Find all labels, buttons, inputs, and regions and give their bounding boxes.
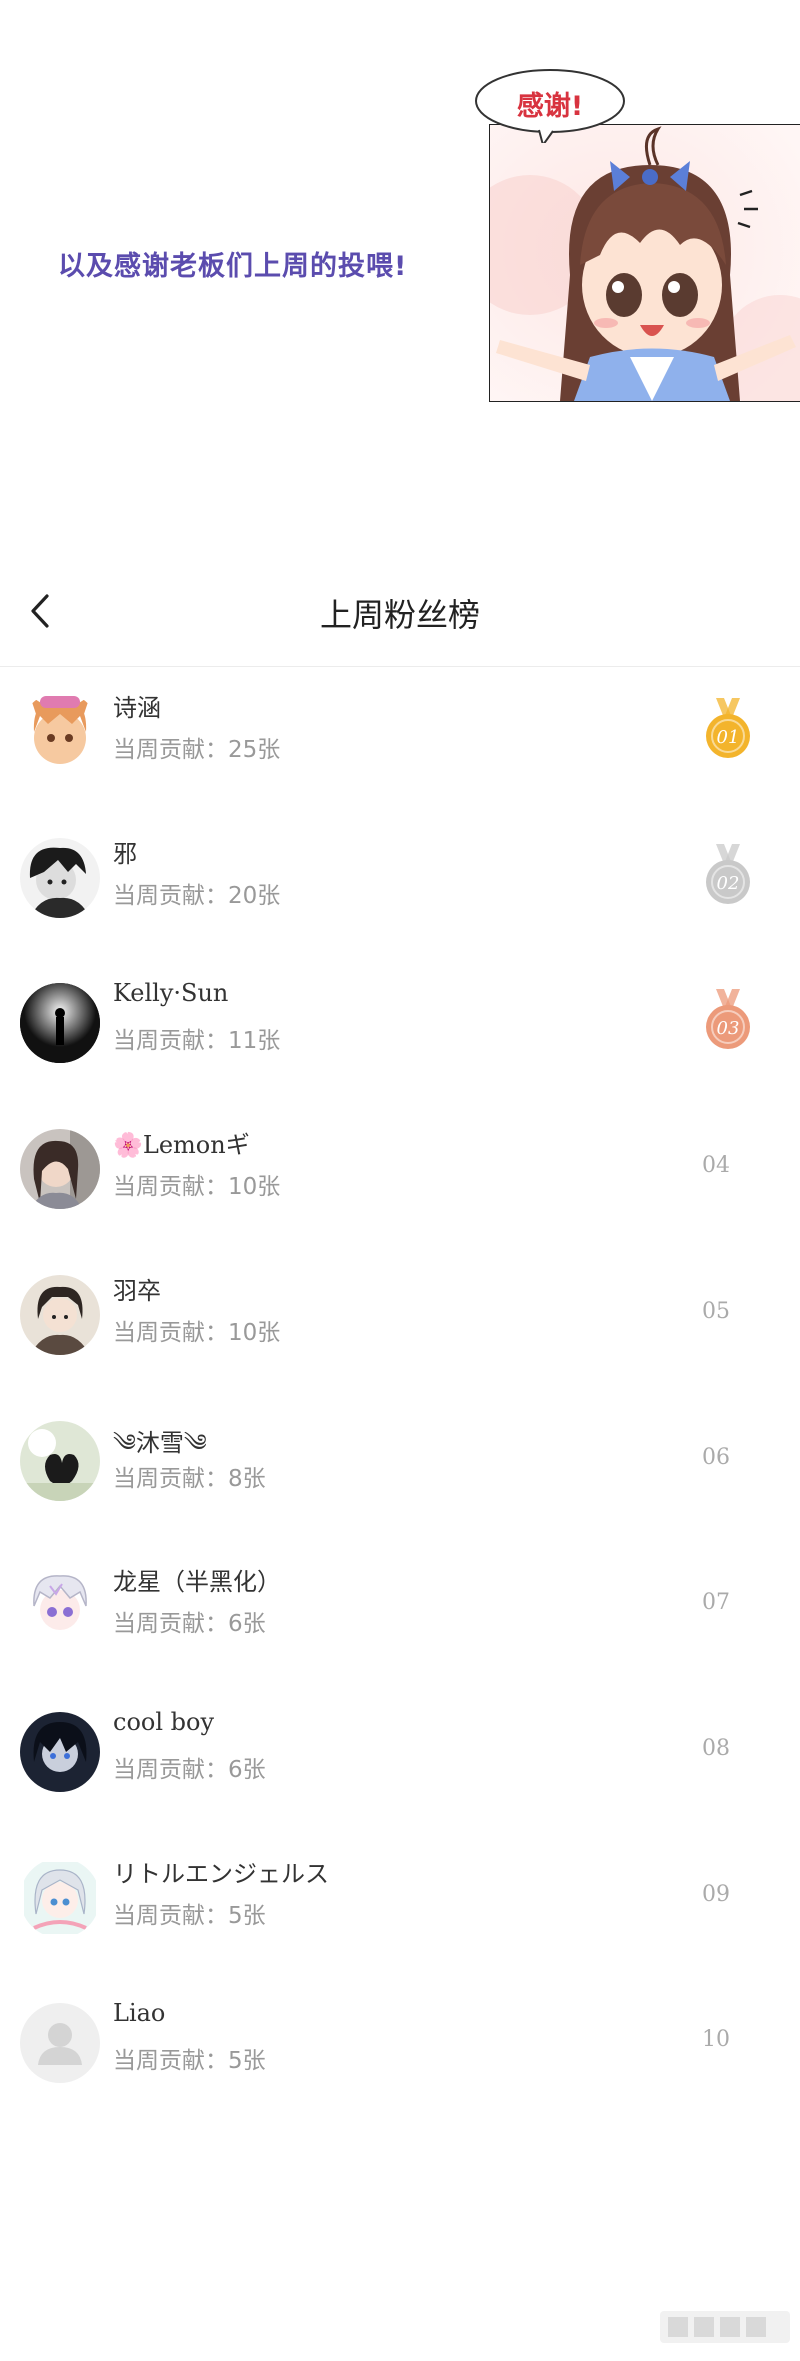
leaderboard-header: 上周粉丝榜 [0, 560, 800, 667]
weekly-contribution: 当周贡献：20张 [113, 882, 281, 909]
fan-row[interactable]: 羽卒当周贡献：10张 05 [0, 1249, 800, 1394]
weekly-contribution: 当周贡献：6张 [113, 1611, 266, 1638]
svg-text:03: 03 [717, 1018, 740, 1039]
rank-number: 09 [702, 1881, 730, 1907]
fan-name: 邪 [113, 839, 137, 868]
avatar[interactable] [20, 1274, 100, 1355]
fan-name: 诗涵 [113, 694, 161, 722]
fan-row[interactable]: Kelly·Sun 当周贡献：11张 03 [0, 957, 800, 1102]
fan-row[interactable]: cool boy 当周贡献：6张 08 [0, 1686, 800, 1831]
bronze-medal-icon: 03 [702, 987, 754, 1051]
fan-name: 龙星（半黑化） [113, 1568, 281, 1597]
silver-medal-icon: 02 [702, 842, 754, 906]
avatar[interactable] [20, 692, 100, 772]
avatar[interactable] [20, 983, 100, 1064]
mascot-illustration [489, 124, 800, 402]
avatar[interactable] [20, 837, 100, 918]
fan-row[interactable]: リトルエンジェルス 当周贡献：5张 09 [0, 1832, 800, 1977]
thanks-banner: 以及感谢老板们上周的投喂! 感谢! [0, 0, 800, 470]
fan-name: cool boy [113, 1707, 215, 1736]
rank-number: 05 [702, 1298, 730, 1324]
gold-medal-icon: 01 [702, 696, 754, 760]
weekly-contribution: 当周贡献：10张 [113, 1174, 281, 1201]
avatar[interactable] [20, 1129, 100, 1210]
avatar[interactable] [20, 1420, 100, 1501]
rank-number: 04 [702, 1153, 730, 1179]
weekly-contribution: 当周贡献：25张 [113, 737, 281, 763]
rank-number: 06 [702, 1444, 730, 1470]
rank-number: 07 [702, 1590, 730, 1616]
avatar[interactable] [20, 1711, 100, 1792]
fan-row[interactable]: 诗涵当周贡献：25张 01 [0, 666, 800, 811]
weekly-contribution: 当周贡献：6张 [113, 1756, 266, 1783]
fan-row[interactable]: 邪当周贡献：20张 02 [0, 812, 800, 957]
weekly-contribution: 当周贡献：5张 [113, 1902, 266, 1929]
weekly-contribution: 当周贡献：8张 [113, 1465, 266, 1492]
avatar[interactable] [20, 2003, 100, 2084]
svg-text:01: 01 [717, 727, 740, 748]
avatar[interactable] [20, 1566, 100, 1647]
svg-text:02: 02 [717, 873, 740, 894]
page-title: 上周粉丝榜 [319, 596, 480, 634]
weekly-contribution: 当周贡献：10张 [113, 1319, 281, 1346]
speech-bubble-text: 感谢! [516, 91, 584, 122]
thanks-message: 以及感谢老板们上周的投喂! [58, 251, 408, 282]
fan-row[interactable]: 龙星（半黑化） 当周贡献：6张 07 [0, 1540, 800, 1685]
fan-name: 羽卒 [113, 1276, 161, 1305]
weekly-contribution: 当周贡献：5张 [113, 2048, 266, 2075]
fan-name: 🌸Lemonギ [113, 1131, 250, 1160]
fan-name: Kelly·Sun [113, 979, 229, 1008]
fan-name: リトルエンジェルス [113, 1859, 329, 1888]
fan-row[interactable]: ༄沐雪༄ 当周贡献：8张 06 [0, 1395, 800, 1540]
rank-number: 10 [702, 2027, 730, 2053]
fan-row[interactable]: 🌸Lemonギ当周贡献：10张 04 [0, 1103, 800, 1248]
avatar[interactable] [20, 1857, 100, 1938]
rank-number: 08 [702, 1735, 730, 1761]
weekly-contribution: 当周贡献：11张 [113, 1028, 281, 1055]
watermark-logo [660, 2311, 790, 2343]
fan-row[interactable]: Liao 当周贡献：5张 10 [0, 1977, 800, 2122]
fan-name: Liao [113, 1999, 166, 2028]
